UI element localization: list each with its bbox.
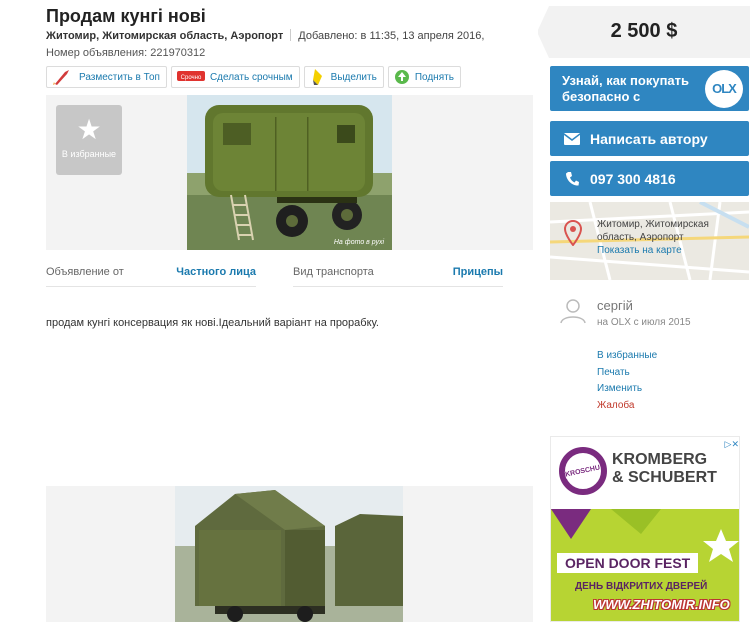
raise-button[interactable]: Поднять: [387, 66, 461, 88]
param-value-link[interactable]: Частного лица: [176, 266, 256, 278]
photo-watermark: На фото в рухі: [333, 239, 384, 246]
raise-icon: [393, 68, 411, 86]
listing-params: Объявление от Частного лица Вид транспор…: [46, 266, 540, 287]
event-subtitle: ДЕНЬ ВІДКРИТИХ ДВЕРЕЙ: [575, 581, 708, 592]
listing-meta: Житомир, Житомирская область, Аэропорт До…: [46, 29, 484, 42]
brand-name-2: & SCHUBERT: [612, 469, 717, 486]
price-box: 2 500 $: [537, 6, 750, 58]
promote-top-button[interactable]: Разместить в Топ: [46, 66, 167, 88]
phone-icon: [564, 171, 580, 187]
safe-buying-button[interactable]: Узнай, как покупать безопасно с OLX: [550, 66, 749, 111]
listing-photo-1[interactable]: На фото в рухі: [187, 95, 392, 250]
envelope-icon: [564, 132, 580, 145]
event-title: OPEN DOOR FEST: [557, 553, 699, 573]
map-preview[interactable]: Житомир, Житомирская область, Аэропорт П…: [550, 202, 749, 280]
phone-button[interactable]: 097 300 4816: [550, 161, 749, 196]
add-to-favorites-button[interactable]: ★ В избранные: [56, 105, 122, 175]
write-author-label: Написать автору: [590, 130, 708, 147]
listing-photo-2[interactable]: [175, 486, 403, 622]
ad-brand-area: KROSCHU KROMBERG & SCHUBERT ▷✕: [551, 437, 739, 509]
price: 2 500 $: [610, 20, 678, 42]
param-seller-type: Объявление от Частного лица: [46, 266, 256, 287]
site-watermark: WWW.ZHITOMIR.INFO: [593, 597, 730, 612]
logo-text: KROSCHU: [564, 463, 602, 479]
user-avatar-icon: [560, 298, 586, 329]
favorites-label: В избранные: [61, 149, 117, 159]
listing-description: продам кунгі консервация як нові.Ідеальн…: [46, 317, 379, 329]
ad-banner[interactable]: KROSCHU KROMBERG & SCHUBERT ▷✕ OPEN DOOR…: [550, 436, 740, 622]
promote-top-label: Разместить в Топ: [79, 71, 160, 83]
show-on-map-link[interactable]: Показать на карте: [597, 244, 742, 257]
seller-since: на OLX с июля 2015: [597, 317, 691, 328]
print-link[interactable]: Печать: [597, 365, 657, 382]
divider: [290, 29, 292, 41]
raise-label: Поднять: [414, 71, 454, 83]
photo-gallery-second: [46, 486, 533, 622]
promo-actions: Разместить в Топ Срочно Сделать срочным …: [46, 66, 461, 88]
ad-choices-icon[interactable]: ▷✕: [725, 439, 739, 450]
photo-gallery-main: ★ В избранные На фото в рухі: [46, 95, 533, 250]
param-key: Объявление от: [46, 266, 124, 278]
highlighter-icon: [309, 68, 327, 86]
brand-name: KROMBERG: [612, 451, 708, 468]
ad-number: Номер объявления: 221970312: [46, 47, 206, 59]
star-icon: ★: [76, 114, 102, 145]
map-address: Житомир, Житомирская область, Аэропорт П…: [597, 218, 742, 257]
urgent-tag-icon: Срочно: [176, 68, 206, 86]
map-address-text: Житомир, Житомирская область, Аэропорт: [597, 219, 709, 243]
phone-number: 097 300 4816: [590, 170, 676, 187]
urgent-tag-text: Срочно: [181, 75, 202, 81]
location-text[interactable]: Житомир, Житомирская область, Аэропорт: [46, 30, 283, 42]
ad-event-area: OPEN DOOR FEST ДЕНЬ ВІДКРИТИХ ДВЕРЕЙ WWW…: [551, 509, 739, 621]
page-title: Продам кунгі нові: [46, 6, 206, 26]
highlight-button[interactable]: Выделить: [303, 66, 384, 88]
favorite-link[interactable]: В избранные: [597, 348, 657, 365]
rocket-icon: [51, 68, 75, 86]
safe-buying-label: Узнай, как покупать безопасно с: [562, 72, 690, 104]
highlight-label: Выделить: [330, 71, 377, 83]
edit-link[interactable]: Изменить: [597, 381, 657, 398]
map-pin-icon: [563, 219, 583, 251]
report-link[interactable]: Жалоба: [597, 398, 657, 415]
seller-name[interactable]: сергій: [597, 298, 633, 313]
write-author-button[interactable]: Написать автору: [550, 121, 749, 156]
make-urgent-button[interactable]: Срочно Сделать срочным: [170, 66, 300, 88]
param-key: Вид транспорта: [293, 266, 374, 278]
trailers-image: [175, 486, 403, 622]
param-transport-type: Вид транспорта Прицепы: [293, 266, 503, 287]
olx-logo-icon: OLX: [705, 70, 743, 108]
make-urgent-label: Сделать срочным: [209, 71, 293, 83]
param-value-link[interactable]: Прицепы: [453, 266, 503, 278]
listing-links: В избранные Печать Изменить Жалоба: [597, 348, 657, 414]
trailer-image: [187, 95, 392, 250]
kroschu-logo-icon: KROSCHU: [559, 447, 607, 495]
added-date: Добавлено: в 11:35, 13 апреля 2016,: [298, 30, 485, 42]
